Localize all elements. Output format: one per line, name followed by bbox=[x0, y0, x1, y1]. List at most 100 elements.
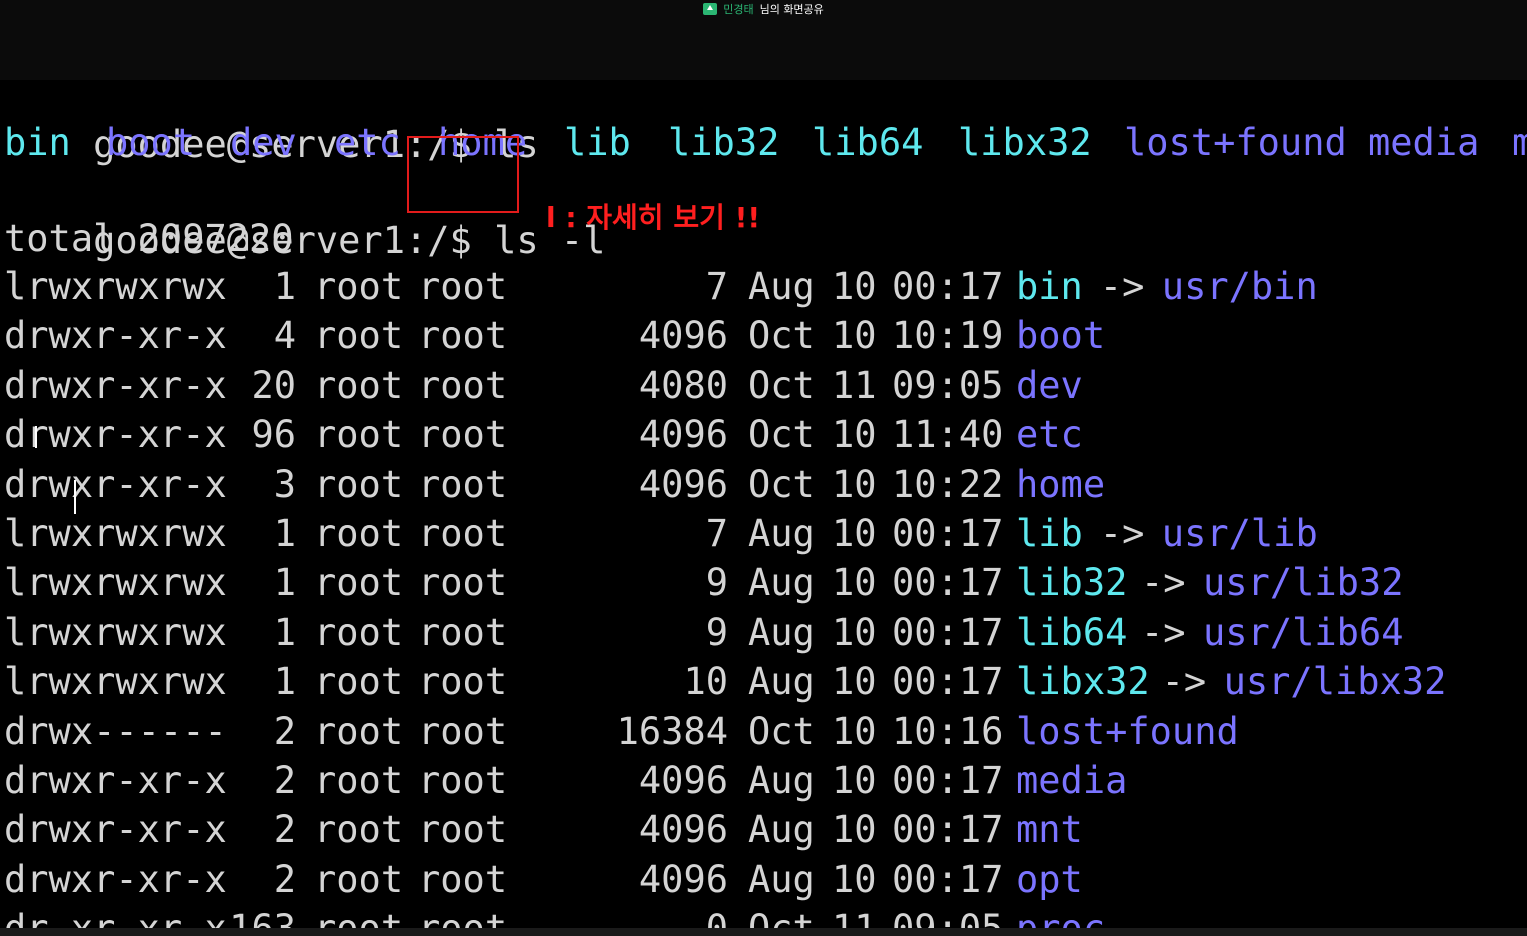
col-time: 00:17 bbox=[892, 857, 1004, 901]
col-links: 1 bbox=[273, 265, 296, 308]
highlight-box bbox=[407, 136, 519, 213]
listing-row-libx32: lrwxrwxrwx 1 root root 10 Aug 10 00:17 libx32 -> u… bbox=[4, 657, 1527, 707]
col-size: 9 bbox=[705, 610, 728, 654]
col-month: Aug bbox=[748, 808, 815, 852]
col-perm: drwxr-xr-x bbox=[4, 314, 227, 358]
col-time: 10:16 bbox=[892, 709, 1004, 753]
col-day: 10 bbox=[832, 709, 877, 753]
col-time: 10:19 bbox=[892, 314, 1004, 358]
screen-share-suffix: 님의 화면공유 bbox=[759, 3, 824, 16]
symlink-arrow: -> bbox=[1099, 512, 1145, 555]
ls-entry-boot: boot bbox=[106, 121, 196, 164]
col-time: 09:05 bbox=[892, 363, 1004, 407]
col-owner: root bbox=[314, 462, 404, 506]
col-month: Oct bbox=[748, 314, 815, 358]
symlink-target: usr/lib64 bbox=[1203, 610, 1404, 654]
col-day: 10 bbox=[832, 660, 877, 704]
col-perm: lrwxrwxrwx bbox=[4, 660, 227, 704]
col-owner: root bbox=[314, 314, 404, 358]
entry-name: boot bbox=[1016, 314, 1106, 358]
col-time: 00:17 bbox=[892, 512, 1004, 555]
col-time: 00:17 bbox=[892, 808, 1004, 852]
total-line: total 2097220 bbox=[4, 217, 294, 260]
col-perm: lrwxrwxrwx bbox=[4, 512, 227, 555]
col-owner: root bbox=[314, 808, 404, 852]
listing-row-lost-found: drwx------ 2 root root 16384 Oct 10 10:16 lost+f… bbox=[4, 707, 1527, 757]
col-month: Aug bbox=[748, 660, 815, 704]
entry-name: bin bbox=[1016, 265, 1083, 308]
terminal-output[interactable]: goodee@server1:/$ ls bin boot dev etc home li… bbox=[4, 70, 1527, 936]
col-month: Oct bbox=[748, 709, 815, 753]
ls-entry-lib: lib bbox=[564, 121, 631, 164]
ls-entry-etc: etc bbox=[334, 121, 401, 164]
listing-row-home: drwxr-xr-x 3 root root 4096 Oct 10 10:22 home bbox=[4, 460, 1527, 510]
col-perm: drwxr-xr-x bbox=[4, 462, 227, 506]
symlink-arrow: -> bbox=[1099, 265, 1145, 308]
col-size: 16384 bbox=[616, 709, 728, 753]
listing-row-lib32: lrwxrwxrwx 1 root root 9 Aug 10 00:17 lib32 -> usr… bbox=[4, 558, 1527, 608]
screen-share-bar: 민경태 님의 화면공유 bbox=[0, 0, 1527, 80]
col-owner: root bbox=[314, 660, 404, 704]
symlink-arrow: -> bbox=[1161, 660, 1207, 704]
col-perm: drwxr-xr-x bbox=[4, 857, 227, 901]
col-month: Oct bbox=[748, 363, 815, 407]
col-links: 3 bbox=[273, 462, 296, 506]
col-size: 4080 bbox=[638, 363, 728, 407]
col-group: root bbox=[418, 265, 508, 308]
entry-name: home bbox=[1016, 462, 1106, 506]
listing-row-mnt: drwxr-xr-x 2 root root 4096 Aug 10 00:17 mnt bbox=[4, 805, 1527, 855]
col-month: Aug bbox=[748, 857, 815, 901]
col-month: Aug bbox=[748, 610, 815, 654]
presenter-name: 민경태 bbox=[723, 3, 754, 16]
col-links: 1 bbox=[273, 660, 296, 704]
col-group: root bbox=[418, 363, 508, 407]
col-perm: drwxr-xr-x bbox=[4, 759, 227, 802]
col-group: root bbox=[418, 759, 508, 802]
col-time: 10:22 bbox=[892, 462, 1004, 506]
col-time: 00:17 bbox=[892, 759, 1004, 802]
listing-row-media: drwxr-xr-x 2 root root 4096 Aug 10 00:17 media bbox=[4, 756, 1527, 806]
col-links: 96 bbox=[251, 413, 296, 457]
listing-row-lib64: lrwxrwxrwx 1 root root 9 Aug 10 00:17 lib64 -> usr… bbox=[4, 608, 1527, 658]
mouse-ibeam-icon bbox=[74, 480, 76, 514]
entry-name: media bbox=[1016, 759, 1128, 802]
col-size: 7 bbox=[705, 512, 728, 555]
entry-name: opt bbox=[1016, 857, 1083, 901]
col-day: 10 bbox=[832, 808, 877, 852]
col-links: 4 bbox=[273, 314, 296, 358]
col-owner: root bbox=[314, 265, 404, 308]
col-month: Aug bbox=[748, 759, 815, 802]
entry-name: libx32 bbox=[1016, 660, 1150, 704]
ls-entry-lib64: lib64 bbox=[812, 121, 924, 164]
col-perm: lrwxrwxrwx bbox=[4, 610, 227, 654]
col-day: 10 bbox=[832, 462, 877, 506]
col-size: 4096 bbox=[638, 462, 728, 506]
col-month: Oct bbox=[748, 413, 815, 457]
col-size: 4096 bbox=[638, 314, 728, 358]
listing-row-bin: lrwxrwxrwx 1 root root 7 Aug 10 00:17 bin -> usr/b… bbox=[4, 262, 1527, 312]
entry-name: etc bbox=[1016, 413, 1083, 457]
col-links: 2 bbox=[273, 857, 296, 901]
col-time: 00:17 bbox=[892, 561, 1004, 605]
col-links: 2 bbox=[273, 709, 296, 753]
col-links: 2 bbox=[273, 759, 296, 802]
col-group: root bbox=[418, 314, 508, 358]
col-day: 10 bbox=[832, 610, 877, 654]
col-owner: root bbox=[314, 512, 404, 555]
col-group: root bbox=[418, 413, 508, 457]
symlink-target: usr/libx32 bbox=[1223, 660, 1447, 704]
col-owner: root bbox=[314, 857, 404, 901]
col-time: 00:17 bbox=[892, 610, 1004, 654]
col-day: 10 bbox=[832, 512, 877, 555]
col-links: 1 bbox=[273, 512, 296, 555]
col-time: 11:40 bbox=[892, 413, 1004, 457]
entry-name: dev bbox=[1016, 363, 1083, 407]
col-size: 9 bbox=[705, 561, 728, 605]
screen-share-label: 민경태 님의 화면공유 bbox=[0, 0, 1527, 18]
col-perm: drwxr-xr-x bbox=[4, 363, 227, 407]
screen-share-icon bbox=[703, 3, 718, 15]
col-owner: root bbox=[314, 709, 404, 753]
col-month: Aug bbox=[748, 265, 815, 308]
col-links: 1 bbox=[273, 561, 296, 605]
col-group: root bbox=[418, 610, 508, 654]
